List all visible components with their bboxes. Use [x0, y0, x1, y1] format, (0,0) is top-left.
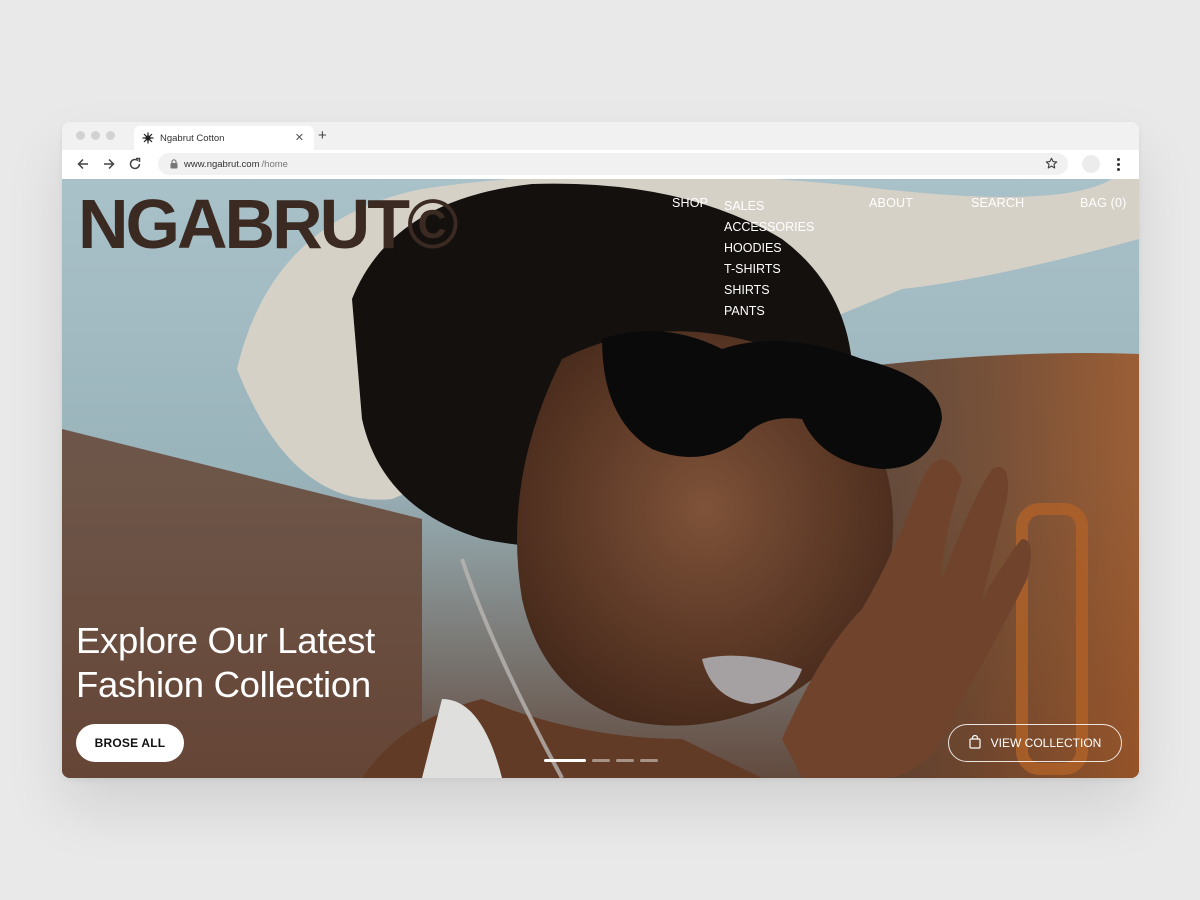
slide-indicator[interactable] [616, 759, 634, 762]
menu-item-hoodies[interactable]: HOODIES [724, 238, 814, 259]
kebab-menu-icon[interactable] [1112, 155, 1124, 173]
arrow-right-icon[interactable] [100, 155, 118, 173]
view-collection-button[interactable]: VIEW COLLECTION [948, 724, 1122, 762]
window-controls [76, 131, 115, 140]
hero-headline: Explore Our Latest Fashion Collection [76, 619, 375, 707]
tab-title: Ngabrut Cotton [160, 132, 225, 144]
sunburst-icon [142, 132, 154, 144]
url-path: /home [261, 158, 288, 170]
lock-icon [170, 159, 178, 169]
slide-indicator[interactable] [640, 759, 658, 762]
browser-window: Ngabrut Cotton ✕ + www.ngabrut.com /home [62, 122, 1139, 778]
nav-search[interactable]: SEARCH [971, 196, 1024, 210]
shopping-bag-icon [969, 734, 981, 752]
tab-close-icon[interactable]: ✕ [295, 132, 304, 144]
shop-dropdown-menu: SALES ACCESSORIES HOODIES T-SHIRTS SHIRT… [724, 196, 814, 322]
window-minimize-dot[interactable] [91, 131, 100, 140]
view-collection-label: VIEW COLLECTION [990, 736, 1102, 750]
headline-line-2: Fashion Collection [76, 664, 371, 705]
url-domain: www.ngabrut.com [184, 158, 260, 170]
window-maximize-dot[interactable] [106, 131, 115, 140]
tab-bar: Ngabrut Cotton ✕ + [62, 122, 1139, 150]
new-tab-button[interactable]: + [318, 127, 327, 145]
nav-shop[interactable]: SHOP [672, 196, 708, 210]
menu-item-accessories[interactable]: ACCESSORIES [724, 217, 814, 238]
address-bar-row: www.ngabrut.com /home [62, 150, 1139, 180]
url-field[interactable]: www.ngabrut.com /home [158, 153, 1068, 175]
nav-bag[interactable]: BAG (0) [1080, 196, 1127, 210]
headline-line-1: Explore Our Latest [76, 620, 375, 661]
window-close-dot[interactable] [76, 131, 85, 140]
menu-item-pants[interactable]: PANTS [724, 301, 814, 322]
profile-avatar[interactable] [1082, 155, 1100, 173]
nav-about[interactable]: ABOUT [869, 196, 913, 210]
browse-all-button[interactable]: BROSE ALL [76, 724, 184, 762]
menu-item-sales[interactable]: SALES [724, 196, 814, 217]
menu-item-t-shirts[interactable]: T-SHIRTS [724, 259, 814, 280]
browser-tab[interactable]: Ngabrut Cotton ✕ [134, 126, 314, 150]
menu-item-shirts[interactable]: SHIRTS [724, 280, 814, 301]
site-logo[interactable]: NGABRUT© [78, 185, 459, 263]
reload-icon[interactable] [126, 155, 144, 173]
slide-indicator[interactable] [544, 759, 586, 762]
slide-indicator[interactable] [592, 759, 610, 762]
arrow-left-icon[interactable] [74, 155, 92, 173]
page-viewport: NGABRUT© SHOP SALES ACCESSORIES HOODIES … [62, 179, 1139, 778]
star-icon[interactable] [1045, 157, 1058, 173]
slide-pagination [544, 759, 658, 762]
